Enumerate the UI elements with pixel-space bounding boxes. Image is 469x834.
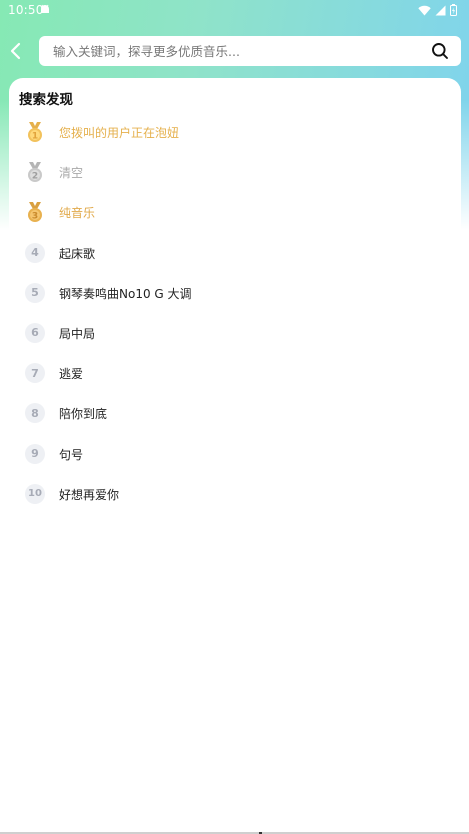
rank-number: 3 (32, 212, 38, 222)
wifi-icon (418, 5, 431, 15)
rank-number: 6 (25, 322, 45, 343)
list-item[interactable]: 3 纯音乐 (9, 192, 461, 232)
rank-label: 逃爱 (59, 367, 84, 382)
status-icons (418, 4, 457, 16)
battery-icon (450, 4, 457, 16)
status-bar: 10:50 (0, 0, 469, 20)
search-discovery-card: 搜索发现 1 您拨叫的用户正在泡妞 2 清空 3 纯音乐 4 起床歌 5 钢琴奏… (9, 78, 461, 518)
rank-label: 钢琴奏鸣曲No10 G 大调 (59, 286, 192, 301)
back-button[interactable] (4, 38, 28, 64)
list-item[interactable]: 10 好想再爱你 (9, 474, 461, 514)
rank-number: 2 (32, 172, 38, 182)
signal-icon (435, 5, 446, 15)
list-item[interactable]: 5 钢琴奏鸣曲No10 G 大调 (9, 273, 461, 313)
section-title: 搜索发现 (19, 92, 73, 108)
rank-number: 9 (25, 443, 45, 464)
hot-search-list: 1 您拨叫的用户正在泡妞 2 清空 3 纯音乐 4 起床歌 5 钢琴奏鸣曲No1… (9, 112, 461, 514)
medal-icon: 1 (28, 122, 42, 142)
rank-label: 好想再爱你 (59, 487, 120, 502)
rank-number: 10 (25, 483, 45, 504)
chevron-left-icon (10, 42, 21, 60)
medal-icon: 3 (28, 202, 42, 223)
list-item[interactable]: 8 陪你到底 (9, 393, 461, 433)
list-item[interactable]: 6 局中局 (9, 313, 461, 353)
medal-icon: 2 (28, 162, 42, 183)
rank-number: 1 (32, 132, 38, 142)
rank-number: 4 (25, 242, 45, 263)
search-top-bar (0, 36, 469, 66)
rank-number: 7 (25, 363, 45, 384)
search-input[interactable] (39, 36, 419, 66)
rank-number: 8 (25, 403, 45, 424)
rank-label: 起床歌 (59, 246, 96, 261)
rank-label: 纯音乐 (59, 206, 96, 221)
rank-label: 陪你到底 (59, 407, 108, 422)
rank-number: 5 (25, 282, 45, 303)
search-box[interactable] (39, 36, 461, 66)
android-notification-icon (41, 4, 49, 13)
rank-label: 句号 (59, 447, 84, 462)
rank-label: 您拨叫的用户正在泡妞 (59, 126, 180, 140)
list-item[interactable]: 9 句号 (9, 434, 461, 474)
list-item[interactable]: 4 起床歌 (9, 233, 461, 273)
rank-label: 局中局 (59, 326, 96, 341)
status-time: 10:50 (8, 3, 44, 17)
list-item[interactable]: 1 您拨叫的用户正在泡妞 (9, 112, 461, 152)
search-icon[interactable] (431, 42, 449, 60)
list-item[interactable]: 7 逃爱 (9, 353, 461, 393)
rank-label: 清空 (59, 166, 84, 181)
list-item[interactable]: 2 清空 (9, 152, 461, 192)
